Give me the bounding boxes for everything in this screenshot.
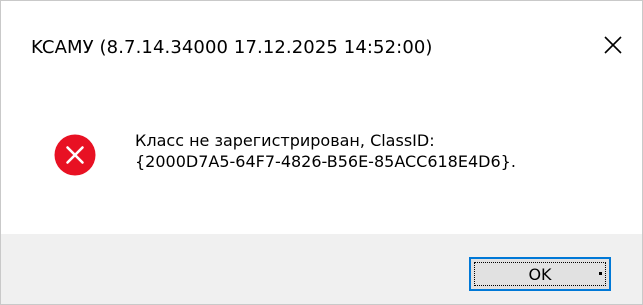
ok-button-label: OK [528,265,552,284]
title-bar: KCAMУ (8.7.14.34000 17.12.2025 14:52:00) [1,1,642,83]
ok-button[interactable]: OK [469,257,611,291]
close-icon [604,36,622,54]
error-message-line2: {2000D7A5-64F7-4826-B56E-85ACC618E4D6}. [135,152,516,171]
dialog-content: Класс не зарегистрирован, ClassID: {2000… [1,83,642,233]
focus-dot [599,272,602,275]
error-message: Класс не зарегистрирован, ClassID: {2000… [135,130,516,172]
close-button[interactable] [593,29,633,65]
button-bar: OK [1,234,642,304]
dialog-title: KCAMУ (8.7.14.34000 17.12.2025 14:52:00) [31,37,433,58]
error-dialog: KCAMУ (8.7.14.34000 17.12.2025 14:52:00)… [0,0,643,305]
error-icon [53,133,97,177]
error-message-line1: Класс не зарегистрирован, ClassID: [135,131,435,150]
